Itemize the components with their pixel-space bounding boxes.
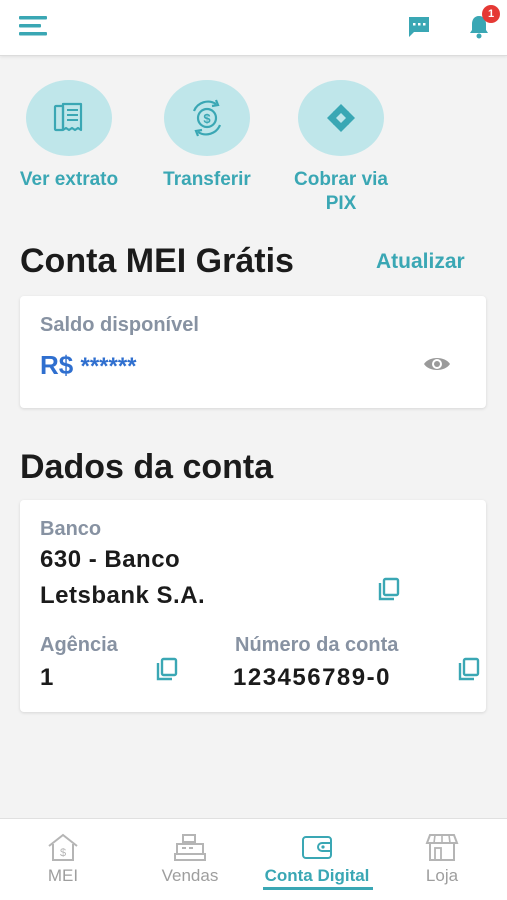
nav-label: Loja [425, 866, 459, 885]
cash-register-icon [174, 834, 206, 861]
view-statement-button[interactable]: Ver extrato [10, 80, 128, 192]
nav-item-loja[interactable]: Loja [410, 819, 474, 900]
quick-action-label: Ver extrato [19, 169, 119, 190]
copy-bank-icon[interactable] [376, 576, 402, 602]
quick-action-label: Cobrar via PIX [294, 169, 388, 214]
top-app-bar: 1 [0, 0, 507, 56]
nav-label: MEI [47, 866, 79, 885]
account-number-value: 123456789-0 [233, 664, 391, 691]
quick-action-circle [298, 80, 384, 156]
nav-label: Conta Digital [264, 866, 370, 885]
quick-action-circle [26, 80, 112, 156]
active-tab-indicator [263, 887, 373, 890]
nav-label: Vendas [161, 866, 219, 885]
bottom-navigation: $ MEI Vendas Conta Digital Loja [0, 818, 507, 900]
copy-account-icon[interactable] [456, 656, 482, 682]
masked-balance: ****** [80, 353, 137, 380]
refresh-button[interactable]: Atualizar [376, 250, 465, 274]
menu-icon[interactable] [19, 14, 49, 38]
chat-icon[interactable] [406, 14, 432, 40]
account-title: Conta MEI Grátis [20, 242, 294, 280]
nav-item-mei[interactable]: $ MEI [28, 819, 98, 900]
bank-label: Banco [40, 518, 102, 540]
details-title: Dados da conta [20, 448, 274, 486]
balance-value: R$ ****** [40, 350, 137, 381]
store-icon [425, 834, 459, 861]
mei-house-icon: $ [48, 833, 78, 861]
currency-symbol: R$ [40, 350, 74, 380]
svg-text:$: $ [60, 847, 66, 859]
balance-card: Saldo disponível R$ ****** [20, 296, 486, 408]
pix-charge-button[interactable]: Cobrar via PIX [278, 80, 404, 216]
notification-badge: 1 [482, 5, 500, 23]
agency-value: 1 [40, 664, 54, 691]
copy-agency-icon[interactable] [154, 656, 180, 682]
money-transfer-icon: $ [192, 99, 222, 137]
bank-name-line1: 630 - Banco [40, 546, 181, 573]
balance-label: Saldo disponível [40, 314, 199, 336]
agency-label: Agência [40, 634, 118, 656]
quick-action-circle: $ [164, 80, 250, 156]
transfer-button[interactable]: $ Transferir [148, 80, 266, 192]
pix-icon [327, 104, 355, 132]
svg-text:$: $ [203, 111, 211, 126]
account-details-card: Banco 630 - Banco Letsbank S.A. Agência … [20, 500, 486, 712]
bank-name-line2: Letsbank S.A. [40, 582, 206, 609]
wallet-icon [302, 836, 332, 859]
nav-item-vendas[interactable]: Vendas [148, 819, 232, 900]
account-number-label: Número da conta [235, 634, 399, 656]
quick-action-label: Transferir [163, 169, 251, 190]
eye-icon[interactable] [422, 352, 452, 376]
receipt-icon [53, 102, 83, 132]
